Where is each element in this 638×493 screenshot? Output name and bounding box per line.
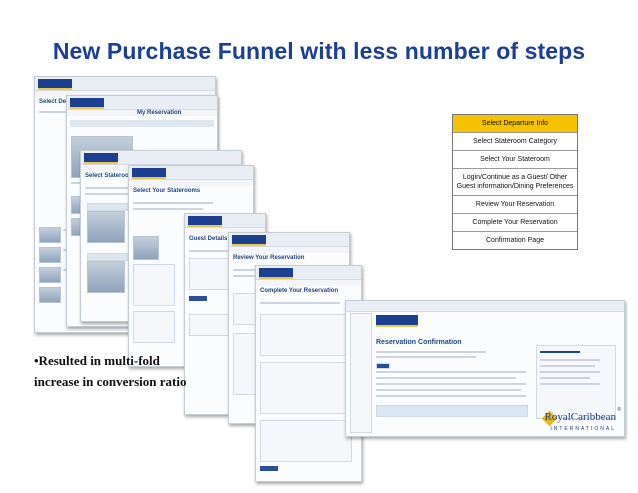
note-line-2: increase in conversion ratio: [34, 374, 187, 389]
royal-caribbean-logo-icon: [38, 79, 72, 90]
screen-heading: Complete Your Reservation: [260, 288, 339, 294]
royal-caribbean-logo-icon: [376, 315, 418, 327]
royal-caribbean-logo-icon: [70, 98, 104, 109]
brand-subtitle: INTERNATIONAL: [550, 426, 616, 432]
screen-heading: Reservation Confirmation: [376, 339, 462, 346]
step-select-stateroom: Select Your Stateroom: [453, 151, 577, 169]
royal-caribbean-logo-icon: [132, 168, 166, 179]
step-select-departure: Select Departure Info: [453, 115, 577, 133]
brand-name: RoyalCaribbean: [544, 411, 616, 423]
royal-caribbean-logo-icon: [232, 235, 266, 246]
step-review-reservation: Review Your Reservation: [453, 196, 577, 214]
step-complete-reservation: Complete Your Reservation: [453, 214, 577, 232]
note-line-1: •Resulted in multi-fold: [34, 353, 160, 368]
royal-caribbean-logo-icon: [188, 216, 222, 227]
conversion-note: •Resulted in multi-fold increase in conv…: [34, 350, 187, 392]
step-stateroom-category: Select Stateroom Category: [453, 133, 577, 151]
slide-title: New Purchase Funnel with less number of …: [52, 38, 586, 64]
royal-caribbean-brand: RoyalCaribbean INTERNATIONAL ®: [541, 407, 621, 442]
registered-mark: ®: [617, 407, 621, 413]
royal-caribbean-logo-icon: [259, 268, 293, 279]
screen-heading: Select Your Staterooms: [133, 188, 201, 194]
step-guest-info: Login/Continue as a Guest/ Other Guest i…: [453, 169, 577, 196]
screen-heading: Guest Details: [189, 236, 228, 242]
royal-caribbean-logo-icon: [84, 153, 118, 164]
step-confirmation: Confirmation Page: [486, 237, 544, 244]
screen-heading: My Reservation: [137, 110, 182, 116]
screen-heading: Review Your Reservation: [233, 255, 305, 261]
purchase-funnel-steps: Select Departure Info Select Stateroom C…: [452, 114, 578, 250]
